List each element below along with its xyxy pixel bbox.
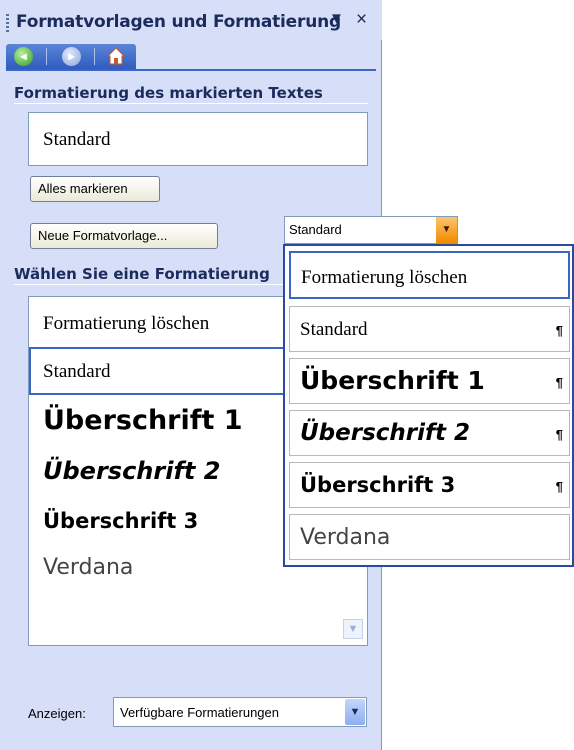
paragraph-mark-icon: ¶ <box>555 375 563 390</box>
scroll-down-icon[interactable]: ▼ <box>343 619 363 639</box>
paragraph-mark-icon: ¶ <box>555 427 563 442</box>
drag-grip-icon[interactable] <box>6 14 9 32</box>
task-pane-nav-toolbar: ◂ ▸ <box>6 44 136 69</box>
list-item-label: Verdana <box>43 555 134 580</box>
current-format-value: Standard <box>43 129 111 150</box>
list-item-label: Überschrift 1 <box>43 405 243 436</box>
toolbar-separator <box>94 48 95 65</box>
list-item-label: Überschrift 3 <box>43 509 199 533</box>
dropdown-item-verdana[interactable]: Verdana <box>289 514 570 560</box>
dropdown-item-heading-2[interactable]: Überschrift 2 ¶ <box>289 410 570 456</box>
dropdown-item-label: Verdana <box>300 525 391 550</box>
style-dropdown-list: Formatierung löschen Standard ¶ Überschr… <box>283 244 574 567</box>
divider <box>14 103 368 104</box>
show-label: Anzeigen: <box>28 706 86 721</box>
dropdown-item-clear-formatting[interactable]: Formatierung löschen <box>289 251 570 299</box>
toolbar-underline <box>6 69 376 71</box>
back-arrow-icon[interactable]: ◂ <box>14 47 33 66</box>
show-filter-select[interactable]: Verfügbare Formatierungen ▼ <box>113 697 367 727</box>
dropdown-item-standard[interactable]: Standard ¶ <box>289 306 570 352</box>
home-icon[interactable] <box>106 46 126 66</box>
dropdown-item-heading-1[interactable]: Überschrift 1 ¶ <box>289 358 570 404</box>
dropdown-item-label: Überschrift 2 <box>300 420 471 446</box>
task-pane-titlebar: Formatvorlagen und Formatierung ▼ × <box>0 0 382 40</box>
current-format-box[interactable]: Standard <box>28 112 368 166</box>
chevron-down-icon[interactable]: ▼ <box>345 699 365 725</box>
show-filter-value: Verfügbare Formatierungen <box>120 705 279 720</box>
style-combo-box[interactable]: Standard ▼ <box>284 216 458 244</box>
close-icon[interactable]: × <box>356 9 367 31</box>
list-item-label: Standard <box>43 361 111 382</box>
choose-format-heading: Wählen Sie eine Formatierung <box>14 265 270 283</box>
paragraph-mark-icon: ¶ <box>555 479 563 494</box>
dropdown-item-label: Formatierung löschen <box>301 267 468 288</box>
dropdown-item-heading-3[interactable]: Überschrift 3 ¶ <box>289 462 570 508</box>
chevron-down-icon[interactable]: ▼ <box>436 217 457 243</box>
task-pane-title: Formatvorlagen und Formatierung <box>16 12 341 32</box>
forward-arrow-icon[interactable]: ▸ <box>62 47 81 66</box>
new-style-button[interactable]: Neue Formatvorlage... <box>30 223 218 249</box>
list-item-label: Formatierung löschen <box>43 313 210 334</box>
list-item-label: Überschrift 2 <box>43 457 221 485</box>
select-all-button[interactable]: Alles markieren <box>30 176 160 202</box>
task-pane-menu-dropdown-icon[interactable]: ▼ <box>329 10 344 27</box>
dropdown-item-label: Überschrift 1 <box>300 366 485 395</box>
dropdown-item-label: Standard <box>300 319 368 340</box>
dropdown-item-label: Überschrift 3 <box>300 473 456 497</box>
selected-text-heading: Formatierung des markierten Textes <box>14 84 323 102</box>
toolbar-separator <box>46 48 47 65</box>
paragraph-mark-icon: ¶ <box>555 323 563 338</box>
style-combo-value: Standard <box>289 222 342 237</box>
